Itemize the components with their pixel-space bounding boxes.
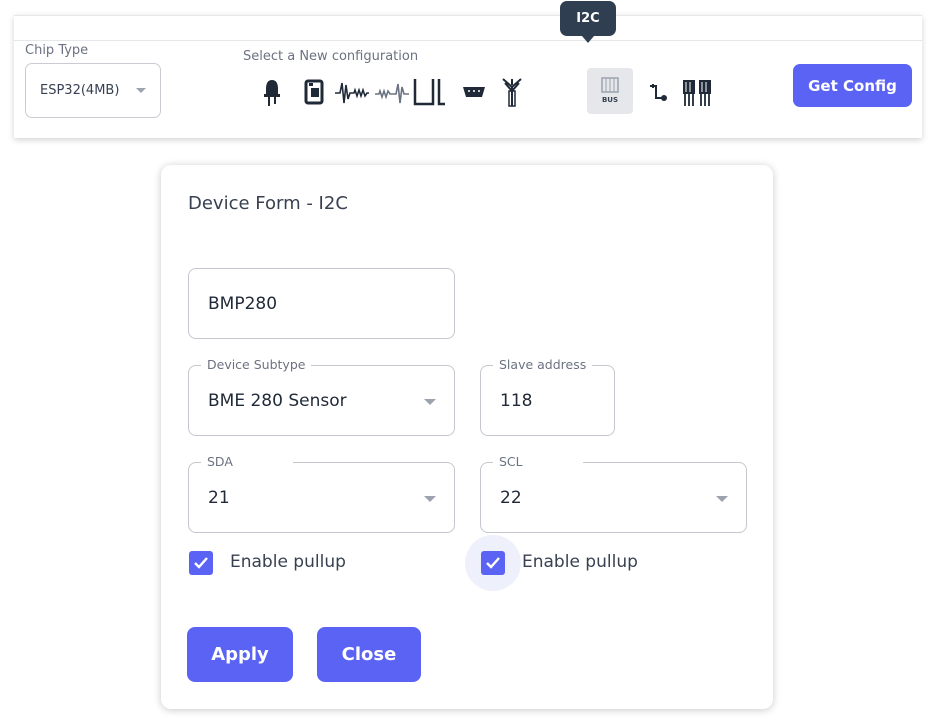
scl-select[interactable]: SCL 22 [480, 454, 747, 533]
ic-chip-icon[interactable] [680, 74, 716, 110]
device-subtype-value: BME 280 Sensor [208, 390, 347, 411]
gpio-toggle-icon[interactable] [640, 74, 676, 110]
checkmark-icon [486, 557, 500, 569]
device-name-value: BMP280 [208, 293, 278, 314]
checkmark-icon [194, 557, 208, 569]
sda-value: 21 [208, 487, 230, 508]
chevron-down-icon [424, 496, 436, 502]
scl-pullup-checkbox[interactable] [481, 551, 505, 575]
device-name-input[interactable]: BMP280 [188, 268, 455, 339]
uart-connector-icon[interactable] [456, 74, 492, 110]
chip-type-value: ESP32(4MB) [40, 83, 120, 98]
chevron-down-icon [716, 496, 728, 502]
sda-pullup-checkbox[interactable] [189, 551, 213, 575]
scl-pullup-label: Enable pullup [522, 552, 638, 572]
led-icon[interactable] [254, 74, 290, 110]
pulse-icon[interactable] [412, 74, 448, 110]
slave-address-input[interactable]: Slave address 118 [480, 357, 615, 436]
form-title: Device Form - I2C [188, 193, 348, 214]
close-button[interactable]: Close [317, 627, 421, 682]
chevron-down-icon [424, 399, 436, 405]
apply-button[interactable]: Apply [187, 627, 293, 682]
slave-address-value: 118 [500, 390, 533, 411]
device-subtype-select[interactable]: Device Subtype BME 280 Sensor [188, 357, 455, 436]
chevron-down-icon [136, 88, 146, 93]
pwm-signal-icon[interactable] [334, 74, 370, 110]
relay-icon[interactable] [296, 74, 332, 110]
i2c-tooltip: I2C [560, 1, 616, 43]
toolbar-divider [14, 40, 922, 41]
svg-text:BUS: BUS [602, 96, 618, 104]
analog-signal-icon[interactable] [374, 74, 410, 110]
i2c-bus-icon[interactable]: BUS [587, 68, 633, 114]
antenna-icon[interactable] [494, 74, 530, 110]
get-config-button[interactable]: Get Config [793, 64, 912, 107]
sda-pullup-label: Enable pullup [230, 552, 346, 572]
chip-type-select[interactable]: ESP32(4MB) [25, 63, 161, 118]
toolbar: Chip Type ESP32(4MB) Select a New config… [14, 15, 922, 138]
select-configuration-label: Select a New configuration [243, 49, 419, 64]
device-form-card: Device Form - I2C BMP280 Device Subtype … [161, 165, 773, 709]
chip-type-label: Chip Type [25, 43, 89, 58]
scl-value: 22 [500, 487, 522, 508]
sda-select[interactable]: SDA 21 [188, 454, 455, 533]
